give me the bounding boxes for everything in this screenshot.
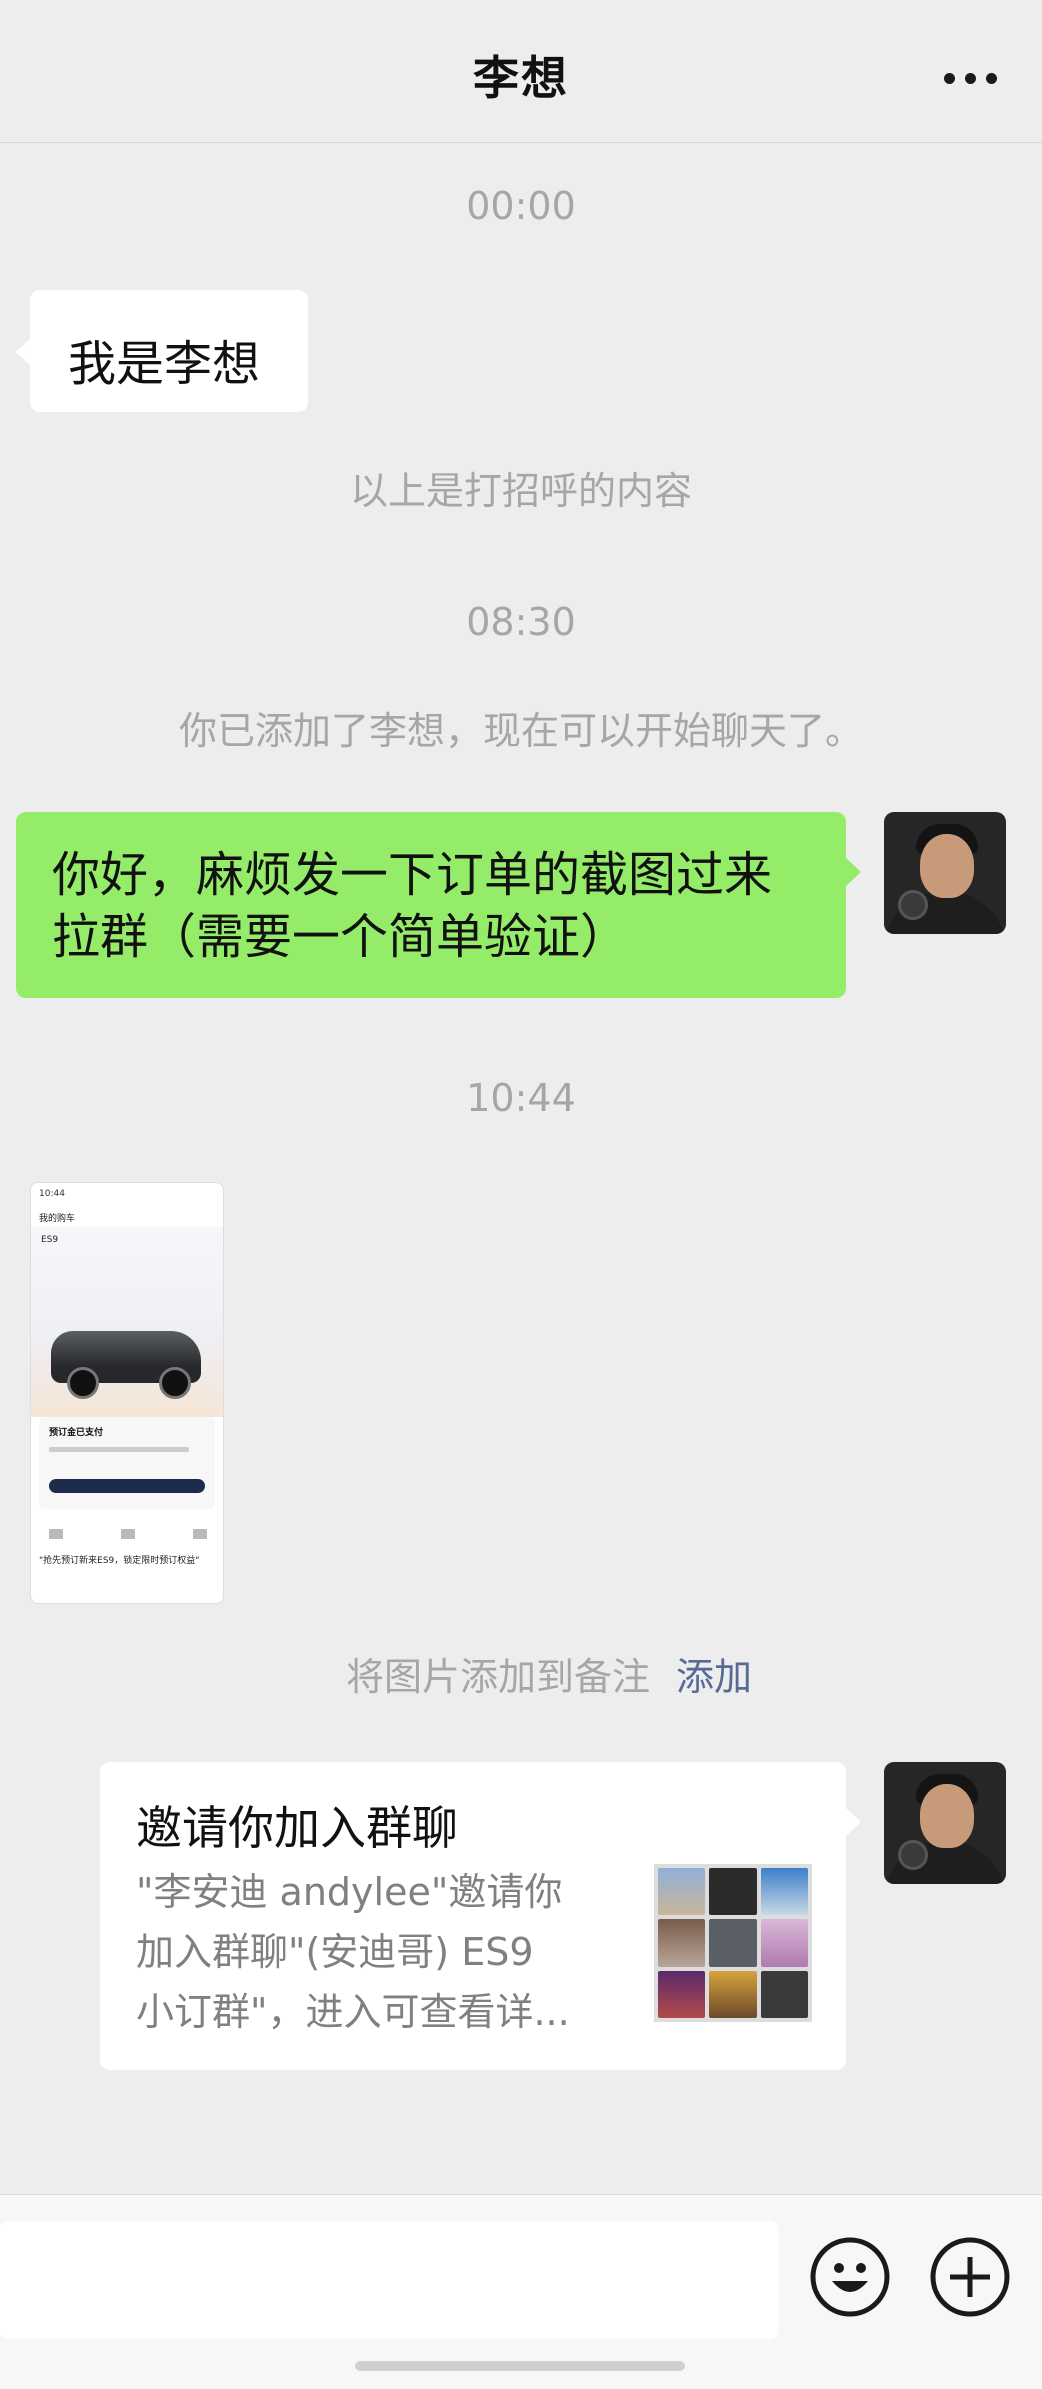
friend-added-notice: 你已添加了李想，现在可以开始聊天了。 xyxy=(178,709,863,753)
chat-title: 李想 xyxy=(473,51,569,105)
message-line: 拉群（需要一个简单验证） xyxy=(52,909,629,965)
input-bar xyxy=(0,2194,1042,2389)
outgoing-message[interactable]: 你好，麻烦发一下订单的截图过来 拉群（需要一个简单验证） xyxy=(16,812,861,998)
invite-desc-line: "李安迪 andylee"邀请你 xyxy=(136,1870,563,1914)
group-invite-card[interactable]: 邀请你加入群聊 "李安迪 andylee"邀请你 加入群聊"(安迪哥) ES9 … xyxy=(100,1762,861,2070)
thumb-nav-title: 我的购车 xyxy=(39,1214,76,1224)
avatar[interactable] xyxy=(884,1762,1006,1884)
more-icon[interactable] xyxy=(936,58,1006,98)
image-note: 将图片添加到备注 添加 xyxy=(28,1646,1042,1701)
invite-title: 邀请你加入群聊 xyxy=(136,1801,458,1855)
message-input[interactable] xyxy=(0,2221,778,2339)
plus-icon[interactable] xyxy=(930,2237,1010,2317)
message-text: 你好，麻烦发一下订单的截图过来 拉群（需要一个简单验证） xyxy=(52,844,772,968)
invite-desc-line: 小订群"，进入可查看详... xyxy=(136,1990,570,2034)
image-note-text: 将图片添加到备注 xyxy=(345,1655,650,1699)
timestamp: 10:44 xyxy=(466,1076,576,1120)
home-indicator xyxy=(355,2361,685,2371)
thumb-button xyxy=(49,1479,205,1493)
thumb-icon-row xyxy=(49,1529,209,1539)
incoming-message[interactable]: 我是李想 xyxy=(16,290,308,412)
greeting-note: 以上是打招呼的内容 xyxy=(349,469,692,513)
thumb-model: ES9 xyxy=(41,1235,59,1245)
car-wheel xyxy=(67,1367,99,1399)
emoji-icon[interactable] xyxy=(810,2237,890,2317)
car-wheel xyxy=(159,1367,191,1399)
invite-desc-line: 加入群聊"(安迪哥) ES9 xyxy=(136,1930,534,1974)
thumb-card-title: 预订金已支付 xyxy=(49,1428,104,1438)
thumb-caption: "抢先预订新来ES9，锁定限时预订权益" xyxy=(39,1556,200,1566)
thumb-order-card: 预订金已支付 xyxy=(39,1417,215,1509)
invite-description: "李安迪 andylee"邀请你 加入群聊"(安迪哥) ES9 小订群"，进入可… xyxy=(136,1862,616,2042)
group-avatar-grid xyxy=(654,1864,812,2022)
avatar[interactable] xyxy=(884,812,1006,934)
image-message[interactable]: 10:44 我的购车 ES9 预订金已支付 "抢先预订新来ES9，锁定限时预订权… xyxy=(30,1182,224,1604)
car-hero-image: ES9 xyxy=(31,1227,223,1417)
message-text: 我是李想 xyxy=(68,336,261,392)
timestamp: 08:30 xyxy=(466,600,576,644)
timestamp: 00:00 xyxy=(466,184,576,228)
message-line: 你好，麻烦发一下订单的截图过来 xyxy=(52,847,773,903)
chat-header: 李想 xyxy=(0,0,1042,143)
thumb-status-time: 10:44 xyxy=(39,1189,65,1199)
add-note-link[interactable]: 添加 xyxy=(676,1655,752,1699)
